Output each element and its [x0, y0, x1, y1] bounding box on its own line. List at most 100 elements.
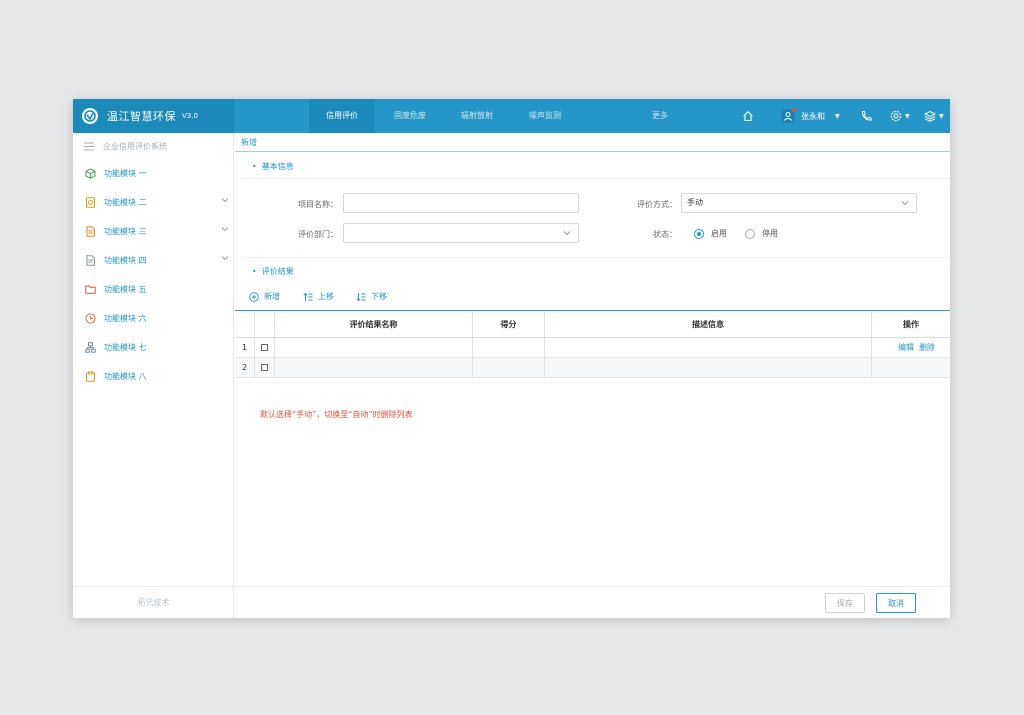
sidebar-item-module-5[interactable]: 功能模块 五 — [73, 275, 234, 304]
home-icon[interactable] — [742, 108, 754, 124]
user-icon — [781, 108, 796, 123]
layers-menu[interactable]: ▼ — [924, 108, 944, 124]
sidebar-header-label: 企业信用评价系统 — [103, 141, 167, 151]
tab-credit-evaluation[interactable]: 信用评价 — [309, 99, 375, 133]
add-row-label: 新增 — [264, 292, 280, 301]
divider — [241, 178, 950, 179]
row-select[interactable] — [255, 358, 275, 377]
header-description: 描述信息 — [545, 311, 872, 337]
tab-more[interactable]: 更多 — [633, 99, 687, 133]
row-score[interactable] — [473, 338, 545, 357]
sidebar-item-module-6[interactable]: 功能模块 六 — [73, 304, 234, 333]
top-bar: 温江智慧环保 V3.0 信用评价 固废危废 辐射放射 噪声监测 更多 张永和 ▼… — [73, 99, 950, 133]
sidebar-item-label: 功能模块 三 — [104, 227, 147, 236]
section-basic-info: 基本信息 — [252, 161, 294, 172]
evaluation-method-select[interactable]: 手动 — [681, 193, 917, 213]
row-result-name[interactable] — [275, 358, 473, 377]
status-enabled-label: 启用 — [711, 229, 727, 238]
header-actions: 操作 — [903, 319, 919, 329]
user-menu[interactable]: 张永和 ▼ — [781, 108, 840, 124]
move-up-label: 上移 — [318, 292, 334, 301]
sidebar: 企业信用评价系统 功能模块 一 功能模块 二 功能模块 三 功能模块 四 功能模… — [73, 133, 234, 618]
sidebar-item-label: 功能模块 八 — [104, 372, 147, 381]
plus-circle-icon — [249, 291, 259, 302]
sidebar-item-label: 功能模块 二 — [104, 198, 147, 207]
header-select — [255, 311, 275, 337]
cube-icon — [84, 168, 96, 180]
cancel-button[interactable]: 取消 — [876, 593, 916, 613]
sidebar-item-label: 功能模块 七 — [104, 343, 147, 352]
move-down-label: 下移 — [371, 292, 387, 301]
delete-link[interactable]: 删除 — [919, 342, 935, 353]
department-select[interactable] — [343, 223, 579, 243]
move-up-button[interactable]: 上移 — [303, 291, 334, 302]
sidebar-item-label: 功能模块 一 — [104, 169, 147, 178]
checkbox[interactable] — [261, 344, 268, 351]
layers-icon — [924, 110, 936, 122]
chevron-down-icon — [221, 256, 229, 261]
edit-link[interactable]: 编辑 — [898, 342, 914, 353]
row-score[interactable] — [473, 358, 545, 377]
sidebar-item-module-2[interactable]: 功能模块 二 — [73, 188, 234, 217]
tab-radiation[interactable]: 辐射放射 — [444, 99, 510, 133]
row-index: 2 — [235, 358, 255, 377]
row-actions — [872, 358, 950, 377]
sidebar-header[interactable]: 企业信用评价系统 — [73, 133, 234, 159]
form-footer: 保存 取消 — [235, 586, 950, 618]
app-version: V3.0 — [182, 112, 198, 120]
row-select[interactable] — [255, 338, 275, 357]
app-title: 温江智慧环保 — [107, 110, 176, 123]
header-result-name: 评价结果名称 — [275, 311, 473, 337]
row-result-name[interactable] — [275, 338, 473, 357]
sidebar-item-label: 功能模块 四 — [104, 256, 147, 265]
phone-icon[interactable] — [860, 108, 872, 124]
divider — [241, 257, 950, 258]
table-header: 评价结果名称 得分 描述信息 操作 — [235, 310, 950, 338]
status-disabled-label: 停用 — [762, 229, 778, 238]
sidebar-item-module-7[interactable]: 功能模块 七 — [73, 333, 234, 362]
brand: 温江智慧环保 V3.0 — [73, 99, 234, 133]
status-disabled-radio[interactable]: 停用 — [745, 228, 778, 239]
status-enabled-radio[interactable]: 启用 — [694, 228, 727, 239]
header-score: 得分 — [473, 311, 545, 337]
sidebar-item-label: 功能模块 六 — [104, 314, 147, 323]
sidebar-item-module-8[interactable]: 功能模块 八 — [73, 362, 234, 391]
chevron-down-icon — [221, 227, 229, 232]
hint-text: 默认选择“手动”，切换至“自动”时删除列表 — [260, 410, 413, 419]
header-index — [235, 311, 255, 337]
move-up-icon — [303, 292, 313, 301]
tab-add[interactable]: 新增 — [235, 133, 950, 152]
radio-unchecked-icon — [745, 228, 755, 239]
sidebar-item-module-4[interactable]: 功能模块 四 — [73, 246, 234, 275]
row-description[interactable] — [545, 358, 872, 377]
row-description[interactable] — [545, 338, 872, 357]
sidebar-item-label: 功能模块 五 — [104, 285, 147, 294]
sidebar-item-module-3[interactable]: 功能模块 三 — [73, 217, 234, 246]
move-down-button[interactable]: 下移 — [356, 291, 387, 302]
main-content: 新增 基本信息 项目名称： 评价方式： 手动 评价部门： 状态： 启用 停用 评… — [235, 133, 950, 618]
evaluation-method-value: 手动 — [687, 198, 703, 207]
add-row-button[interactable]: 新增 — [249, 291, 280, 302]
chevron-down-icon: ▼ — [939, 112, 944, 120]
table-row: 1 编辑 删除 — [235, 338, 950, 358]
project-name-label: 项目名称： — [298, 200, 338, 209]
tab-solid-waste[interactable]: 固废危废 — [377, 99, 443, 133]
evaluation-method-label: 评价方式： — [637, 200, 677, 209]
settings-menu[interactable]: ▼ — [890, 108, 910, 124]
status-label: 状态： — [653, 230, 677, 239]
chevron-down-icon — [563, 231, 571, 236]
user-name: 张永和 — [801, 111, 825, 121]
save-button[interactable]: 保存 — [825, 593, 865, 613]
project-name-input[interactable] — [343, 193, 579, 213]
page-tab-label: 新增 — [241, 138, 257, 147]
sidebar-item-module-1[interactable]: 功能模块 一 — [73, 159, 234, 188]
row-actions: 编辑 删除 — [872, 338, 950, 357]
chevron-down-icon: ▼ — [905, 112, 910, 120]
logo-icon — [82, 108, 98, 124]
file-text-icon — [84, 255, 96, 267]
folder-icon — [84, 284, 96, 296]
checkbox[interactable] — [261, 364, 268, 371]
move-down-icon — [356, 292, 366, 301]
tab-noise-monitoring[interactable]: 噪声监测 — [512, 99, 578, 133]
table-row: 2 — [235, 358, 950, 378]
